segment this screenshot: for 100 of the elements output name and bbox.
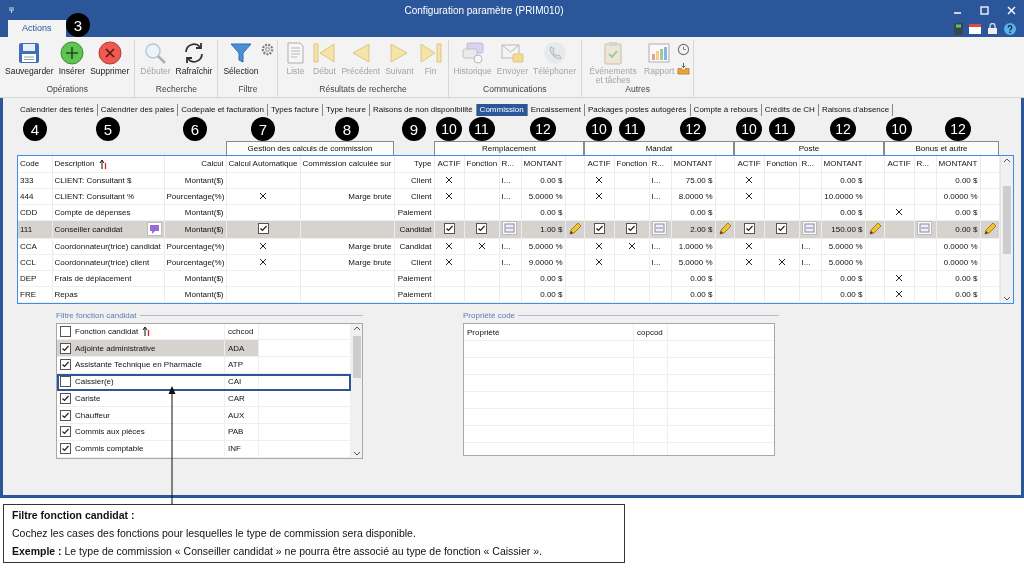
ribbon-button[interactable]: Sauvegarder: [3, 40, 56, 78]
table-cell: I...: [649, 172, 671, 188]
table-cell: DEP: [18, 270, 52, 286]
table-cell: I...: [649, 188, 671, 204]
column-header[interactable]: Fonction: [766, 159, 798, 169]
column-header[interactable]: R...: [651, 159, 664, 169]
column-header[interactable]: Type: [414, 159, 432, 169]
table-cell: Candidat: [394, 238, 434, 254]
tab[interactable]: Encaissement: [527, 104, 585, 116]
table-cell: I...: [649, 238, 671, 254]
table-cell: Paiement: [394, 270, 434, 286]
table-cell: 0.0000 %: [936, 188, 980, 204]
table-cell: 5.0000 %: [821, 254, 865, 270]
ribbon-tab[interactable]: Actions: [8, 20, 66, 37]
tab[interactable]: Packages postes autogérés: [584, 104, 691, 116]
table-cell: ATP: [228, 360, 243, 370]
table-cell: Compte de dépenses: [52, 204, 164, 220]
list-item[interactable]: Assistante Technique en Pharmacie: [75, 360, 203, 370]
ribbon-button[interactable]: Rafraîchir: [173, 40, 215, 78]
table-cell: 0.00 $: [936, 270, 980, 286]
ribbon-button[interactable]: Sélection: [221, 40, 261, 78]
step-number-badge: 11: [768, 117, 795, 141]
tab[interactable]: Crédits de CH: [761, 104, 819, 116]
table-cell: Pourcentage(%): [164, 238, 226, 254]
column-header[interactable]: ACTIF: [587, 159, 611, 169]
ribbon-button[interactable]: Insérer: [56, 40, 88, 78]
column-header[interactable]: Calcul: [201, 159, 224, 169]
tab[interactable]: Raisons de non disponibilité: [370, 104, 477, 116]
column-header[interactable]: Description: [54, 159, 95, 169]
ribbon-button[interactable]: Supprimer: [88, 40, 132, 78]
column-header[interactable]: copcod: [634, 327, 663, 337]
table-cell: 0.00 $: [671, 270, 715, 286]
callout-title: Filtre fonction candidat :: [12, 509, 136, 521]
step-number-badge: 10: [886, 117, 912, 141]
column-header[interactable]: Calcul Automatique: [228, 159, 298, 169]
table-cell: CLIENT: Consultant $: [52, 172, 164, 188]
table-cell: I...: [799, 238, 821, 254]
table-cell: 0.00 $: [671, 204, 715, 220]
group-header: Bonus et autre: [884, 141, 999, 155]
step-number-badge: 12: [680, 117, 706, 141]
table-cell: I...: [499, 238, 521, 254]
table-cell: 0.00 $: [936, 286, 980, 302]
table-cell: Montant($): [164, 286, 226, 302]
column-header[interactable]: Commission calculée sur: [302, 159, 392, 169]
step-number-badge: 10: [736, 117, 762, 141]
tab[interactable]: Type heure: [322, 104, 370, 116]
list-item[interactable]: Commis aux pièces: [75, 427, 145, 437]
table-cell: Client: [394, 172, 434, 188]
tab[interactable]: Compte à rebours: [690, 104, 762, 116]
column-header[interactable]: R...: [501, 159, 514, 169]
list-item[interactable]: Caissier(e): [75, 377, 114, 387]
column-header[interactable]: ACTIF: [437, 159, 461, 169]
group-header: Poste: [734, 141, 884, 155]
tab[interactable]: Calendrier des paies: [97, 104, 179, 116]
table-cell: ADA: [228, 343, 245, 353]
list-item[interactable]: Cariste: [75, 393, 101, 403]
column-header[interactable]: Fonction: [466, 159, 498, 169]
callout-text: Exemple : Le type de commission « Conseiller candidat » ne pourra être associé au type de fonction « Caissier ».: [12, 545, 543, 557]
list-item[interactable]: Commis comptable: [75, 444, 144, 454]
group-label: Communications: [482, 84, 548, 96]
table-cell: 0.00 $: [821, 270, 865, 286]
column-header[interactable]: MONTANT: [523, 159, 563, 169]
column-header[interactable]: R...: [916, 159, 929, 169]
column-header[interactable]: Fonction: [616, 159, 648, 169]
tab[interactable]: Commission: [476, 104, 528, 116]
table-cell: Frais de déplacement: [52, 270, 164, 286]
column-header[interactable]: MONTANT: [938, 159, 978, 169]
column-header[interactable]: ACTIF: [737, 159, 761, 169]
table-cell: Client: [394, 254, 434, 270]
step-number-badge: 6: [183, 117, 207, 141]
table-cell: Pourcentage(%): [164, 188, 226, 204]
tab[interactable]: Codepaie et facturation: [178, 104, 268, 116]
tab[interactable]: Raisons d'absence: [818, 104, 894, 116]
table-cell: 0.00 $: [936, 220, 980, 238]
table-cell: I...: [499, 254, 521, 270]
table-cell: 0.00 $: [936, 172, 980, 188]
column-header[interactable]: Propriété: [464, 327, 500, 337]
table-cell: 0.0000 %: [936, 238, 980, 254]
column-header[interactable]: MONTANT: [673, 159, 713, 169]
table-cell: 2.00 $: [671, 220, 715, 238]
step-number-badge: 12: [530, 117, 556, 141]
column-header[interactable]: MONTANT: [823, 159, 863, 169]
table-cell: 0.00 $: [521, 204, 565, 220]
column-header[interactable]: ACTIF: [887, 159, 911, 169]
column-header[interactable]: Fonction candidat: [75, 326, 139, 336]
tab[interactable]: Calendrier des fériés: [17, 104, 98, 116]
table-cell: Paiement: [394, 204, 434, 220]
table-cell: 0.00 $: [821, 204, 865, 220]
column-header[interactable]: cchcod: [228, 326, 254, 336]
table-cell: CLIENT: Consultant %: [52, 188, 164, 204]
step-number-badge: 9: [402, 117, 426, 141]
tab[interactable]: Types facture: [267, 104, 323, 116]
group-header: Remplacement: [434, 141, 584, 155]
column-header[interactable]: Code: [20, 159, 40, 169]
table-cell: CDD: [18, 204, 52, 220]
table-cell: CAI: [228, 377, 242, 387]
table-cell: 5.0000 %: [671, 254, 715, 270]
group-label: Autres: [624, 84, 651, 96]
column-header[interactable]: R...: [801, 159, 814, 169]
list-item[interactable]: Chauffeur: [75, 410, 110, 420]
